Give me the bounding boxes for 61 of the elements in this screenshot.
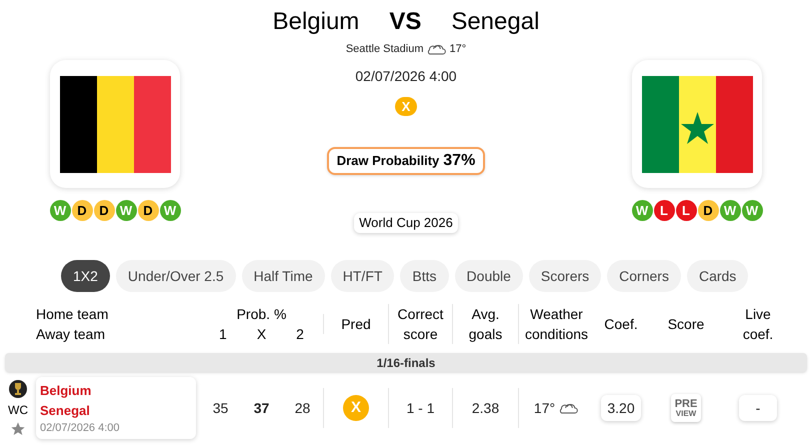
column-header: Correct score [396, 305, 444, 344]
market-tab[interactable]: 1X2 [61, 260, 110, 292]
temperature-value: 17° [534, 398, 556, 418]
column-header: Score [668, 315, 704, 334]
market-tab[interactable]: Scorers [528, 260, 602, 292]
prediction-badge: X [395, 96, 417, 116]
prediction-badge: X [343, 395, 369, 421]
column-header: Weather conditions [524, 305, 590, 344]
form-badge: D [138, 200, 158, 221]
market-tab[interactable]: Under/Over 2.5 [116, 260, 236, 292]
trophy-icon [9, 379, 27, 399]
market-tab[interactable]: Cards [686, 260, 748, 292]
preview-button[interactable]: PRE VIEW [671, 394, 701, 422]
column-header: Avg. goals [468, 305, 504, 344]
form-badge: L [654, 200, 674, 221]
form-badge: D [72, 200, 92, 221]
market-tab[interactable]: Btts [400, 260, 449, 292]
market-tab[interactable]: Half Time [242, 260, 325, 292]
group-bar: 1/16-finals [5, 353, 807, 372]
average-goals: 2.38 [472, 398, 500, 418]
versus-label: VS [389, 7, 422, 37]
column-header: Home team [36, 305, 110, 324]
coefficient-value: 3.20 [601, 395, 641, 421]
correct-score: 1 - 1 [406, 398, 434, 418]
form-badge: W [116, 200, 136, 221]
tricolor-flag-icon [60, 76, 170, 172]
cloud-icon [559, 401, 580, 415]
cloud-icon [426, 42, 446, 56]
form-badge: W [632, 200, 652, 221]
probability-value: 35 [212, 398, 228, 418]
draw-probability-box: Draw Probability 37% [326, 147, 486, 175]
home-team-title: Belgium [272, 7, 360, 37]
star-flag-icon [642, 76, 752, 172]
column-header: 1 [219, 325, 227, 344]
teams-card[interactable]: Belgium Senegal 02/07/2026 4:00 [36, 377, 196, 439]
column-header: Pred [341, 315, 371, 334]
form-badge: D [94, 200, 114, 221]
market-tab[interactable]: HT/FT [330, 260, 394, 292]
column-header: X [256, 325, 266, 344]
match-datetime: 02/07/2026 4:00 [355, 66, 457, 86]
form-badge: L [676, 200, 696, 221]
form-badge: W [160, 200, 180, 221]
temperature-label: 17° [450, 42, 466, 57]
competition-label: World Cup 2026 [354, 213, 458, 232]
form-badge: W [720, 200, 740, 221]
stadium-label: Seattle Stadium [346, 42, 424, 57]
form-badge: D [698, 200, 718, 221]
column-header: Away team [36, 325, 106, 344]
column-header: 2 [296, 325, 304, 344]
probability-value: 28 [294, 398, 310, 418]
column-header: Live coef. [742, 305, 774, 344]
away-team-title: Senegal [451, 7, 540, 37]
probability-value: 37 [254, 398, 270, 418]
live-coefficient: - [739, 395, 777, 421]
column-header: Prob. % [236, 305, 286, 324]
column-header: Coef. [604, 315, 638, 334]
market-tab[interactable]: Corners [607, 260, 681, 292]
form-badge: W [742, 200, 762, 221]
league-label: WC [8, 402, 28, 419]
market-tab[interactable]: Double [454, 260, 523, 292]
form-badge: W [50, 200, 70, 221]
